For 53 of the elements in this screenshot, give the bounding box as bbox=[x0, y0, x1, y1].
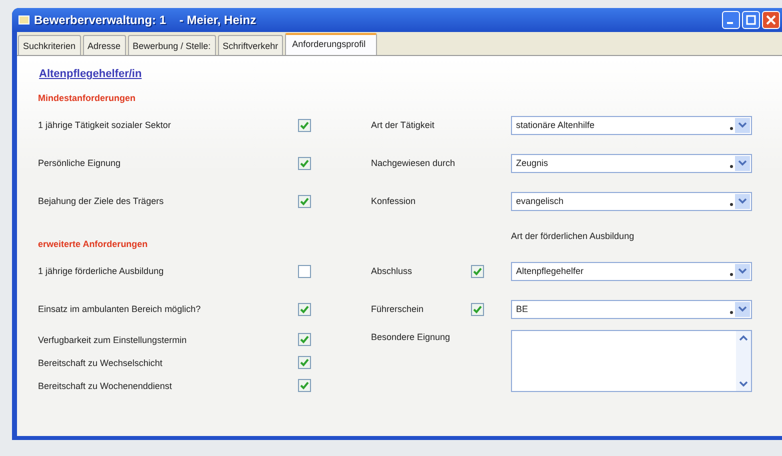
checkbox[interactable] bbox=[298, 194, 311, 208]
window-icon bbox=[18, 14, 30, 26]
text-area[interactable] bbox=[511, 330, 752, 392]
checkbox[interactable] bbox=[298, 118, 311, 132]
section-heading: erweiterte Anforderungen bbox=[38, 238, 149, 251]
maximize-button[interactable] bbox=[742, 11, 760, 29]
dot-icon bbox=[730, 310, 733, 314]
checkbox[interactable] bbox=[298, 356, 311, 369]
tab[interactable]: Anforderungsprofil bbox=[285, 33, 377, 55]
requirement-label: Bereitschaft zu Wechselschicht bbox=[38, 356, 164, 370]
field-label: Führerschein bbox=[371, 303, 425, 316]
close-icon bbox=[766, 15, 776, 25]
tab[interactable]: Adresse bbox=[82, 35, 126, 55]
checkbox[interactable] bbox=[298, 156, 311, 170]
field-label: Abschluss bbox=[371, 265, 414, 278]
checkbox[interactable] bbox=[298, 264, 311, 278]
dropdown-field[interactable]: stationäre Altenhilfe bbox=[511, 116, 752, 134]
dropdown-field[interactable]: Zeugnis bbox=[511, 154, 752, 172]
requirement-label: Einsatz im ambulanten Bereich möglich? bbox=[38, 303, 202, 316]
profile-title-link[interactable]: Altenpflegehelfer/in bbox=[39, 68, 142, 80]
checkbox[interactable] bbox=[471, 264, 484, 278]
minimize-button[interactable] bbox=[722, 11, 740, 29]
tab[interactable]: Bewerbung / Stelle: bbox=[128, 35, 216, 55]
field-label: Besondere Eignung bbox=[371, 331, 452, 344]
field-caption: Art der förderlichen Ausbildung bbox=[511, 230, 636, 243]
requirement-label: 1 jährige förderliche Ausbildung bbox=[38, 265, 165, 278]
dropdown-field[interactable]: evangelisch bbox=[511, 192, 752, 210]
dot-icon bbox=[730, 164, 733, 168]
checkbox[interactable] bbox=[471, 302, 484, 316]
field-label: Nachgewiesen durch bbox=[371, 157, 456, 170]
field-label: Konfession bbox=[371, 195, 417, 208]
close-button[interactable] bbox=[762, 11, 780, 29]
dot-icon bbox=[730, 126, 733, 130]
window-title: Bewerberverwaltung: 1 - Meier, Heinz bbox=[34, 13, 258, 27]
checkbox[interactable] bbox=[298, 379, 311, 392]
field-label: Art der Tätigkeit bbox=[371, 119, 436, 132]
requirement-label: Bejahung der Ziele des Trägers bbox=[38, 195, 165, 208]
maximize-icon bbox=[746, 15, 756, 25]
minimize-icon bbox=[726, 22, 732, 24]
checkbox[interactable] bbox=[298, 302, 311, 316]
requirement-label: Persönliche Eignung bbox=[38, 157, 122, 170]
tab[interactable]: Suchkriterien bbox=[18, 35, 81, 55]
dot-icon bbox=[730, 272, 733, 276]
checkbox[interactable] bbox=[298, 333, 311, 346]
requirement-label: 1 jährige Tätigkeit sozialer Sektor bbox=[38, 119, 172, 132]
dropdown-field[interactable]: BE bbox=[511, 300, 752, 318]
dropdown-field[interactable]: Altenpflegehelfer bbox=[511, 262, 752, 280]
tab[interactable]: Schriftverkehr bbox=[218, 35, 284, 55]
requirement-label: Verfugbarkeit zum Einstellungstermin bbox=[38, 334, 188, 347]
section-heading: Mindestanforderungen bbox=[38, 92, 137, 105]
dot-icon bbox=[730, 202, 733, 206]
scroll-bar[interactable] bbox=[736, 331, 751, 391]
requirement-label: Bereitschaft zu Wochenenddienst bbox=[38, 380, 173, 392]
